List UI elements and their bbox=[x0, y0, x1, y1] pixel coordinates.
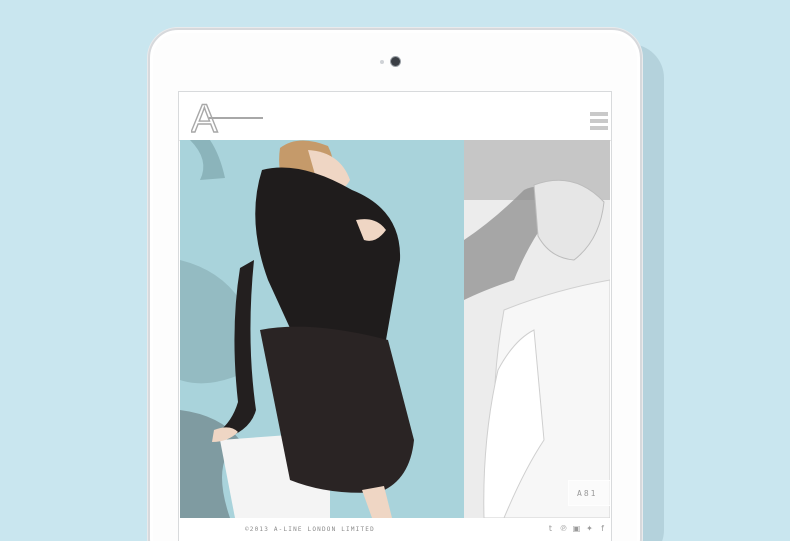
site-footer: ©2013 A-LINE LONDON LIMITED t ℗ ▣ ✦ f bbox=[179, 518, 611, 541]
tablet-camera bbox=[391, 57, 400, 66]
tumblr-icon[interactable]: t bbox=[546, 524, 555, 533]
paint-stroke bbox=[190, 140, 225, 180]
pinterest-icon[interactable]: ℗ bbox=[559, 524, 568, 533]
gallery-photo-left[interactable] bbox=[180, 140, 464, 518]
copyright-text: ©2013 A-LINE LONDON LIMITED bbox=[245, 526, 375, 533]
facebook-icon[interactable]: f bbox=[598, 524, 607, 533]
gallery-overlay-button[interactable]: A81 bbox=[568, 480, 610, 506]
model-leg bbox=[362, 486, 392, 518]
page-background: A A81 ©2013 A-LINE LONDON LIMITED t ℗ ▣ … bbox=[0, 0, 790, 541]
model-photo-illustration bbox=[180, 140, 414, 518]
hamburger-icon[interactable] bbox=[590, 112, 608, 130]
website-screen: A A81 ©2013 A-LINE LONDON LIMITED t ℗ ▣ … bbox=[179, 92, 611, 541]
model-face bbox=[533, 179, 605, 261]
tablet-sensor bbox=[380, 60, 384, 64]
menu-bar bbox=[590, 119, 608, 123]
instagram-icon[interactable]: ▣ bbox=[572, 524, 581, 533]
gallery-photo-right[interactable]: A81 bbox=[464, 140, 610, 518]
a-line-logo[interactable]: A bbox=[191, 99, 267, 135]
social-links: t ℗ ▣ ✦ f bbox=[546, 524, 607, 533]
model-photo-illustration bbox=[464, 179, 610, 518]
black-coat bbox=[255, 167, 401, 354]
menu-bar bbox=[590, 126, 608, 130]
menu-bar bbox=[590, 112, 608, 116]
site-header: A bbox=[179, 92, 611, 141]
twitter-icon[interactable]: ✦ bbox=[585, 524, 594, 533]
